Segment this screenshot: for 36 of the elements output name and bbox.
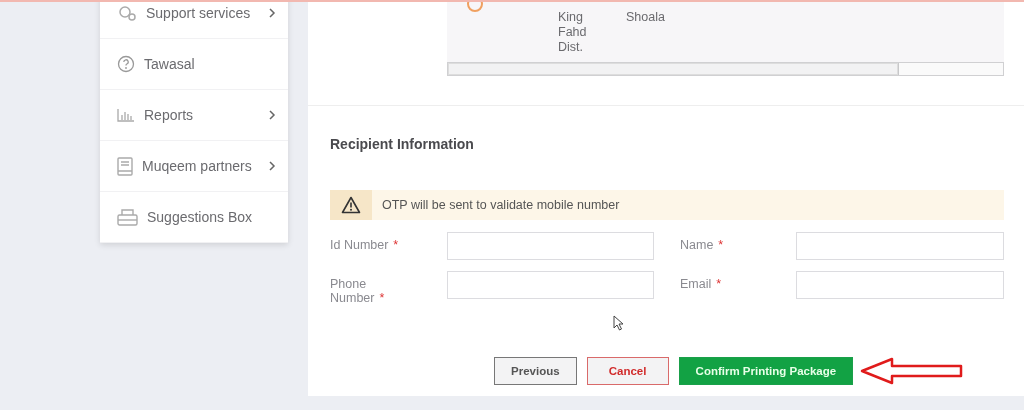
section-title: Recipient Information bbox=[330, 136, 475, 152]
help-icon bbox=[117, 55, 135, 73]
required-mark: * bbox=[718, 238, 724, 252]
sidebar-item[interactable]: Reports bbox=[100, 90, 288, 141]
printer-icon bbox=[117, 208, 138, 226]
required-mark: * bbox=[379, 291, 385, 305]
sidebar-item[interactable]: Suggestions Box bbox=[100, 192, 288, 243]
sidebar-item[interactable]: Tawasal bbox=[100, 39, 288, 90]
warning-icon bbox=[341, 196, 361, 214]
action-button[interactable]: Cancel bbox=[586, 357, 669, 385]
chevron-right-icon bbox=[269, 110, 276, 120]
input-field[interactable] bbox=[796, 271, 1004, 299]
action-button[interactable]: Previous bbox=[494, 357, 577, 385]
mouse-cursor-icon bbox=[613, 315, 624, 331]
chevron-right-icon bbox=[269, 8, 276, 18]
sidebar-item[interactable]: Muqeem partners bbox=[100, 141, 288, 192]
horizontal-scrollbar[interactable] bbox=[447, 62, 1004, 76]
required-mark: * bbox=[393, 238, 399, 252]
bar-chart-icon bbox=[117, 108, 135, 122]
sidebar-item[interactable]: Support services bbox=[100, 2, 288, 39]
field-label: Phone Number * bbox=[330, 276, 386, 305]
notice-text: OTP will be sent to validate mobile number bbox=[382, 198, 620, 212]
book-icon bbox=[117, 156, 133, 176]
input-field[interactable] bbox=[447, 232, 654, 260]
input-field[interactable] bbox=[796, 232, 1004, 260]
action-button[interactable]: Confirm Printing Package bbox=[678, 357, 854, 385]
field-label: Name * bbox=[680, 237, 725, 254]
table-cell-text: Shoala bbox=[626, 10, 666, 25]
field-label: Id Number * bbox=[330, 237, 400, 254]
arrow-left-icon bbox=[860, 357, 965, 385]
input-field[interactable] bbox=[447, 271, 654, 299]
required-mark: * bbox=[716, 277, 722, 291]
gear-icon bbox=[117, 4, 137, 22]
chevron-right-icon bbox=[269, 161, 276, 171]
table-cell-text: King Fahd Dist. bbox=[558, 10, 588, 55]
field-label: Email * bbox=[680, 276, 723, 293]
